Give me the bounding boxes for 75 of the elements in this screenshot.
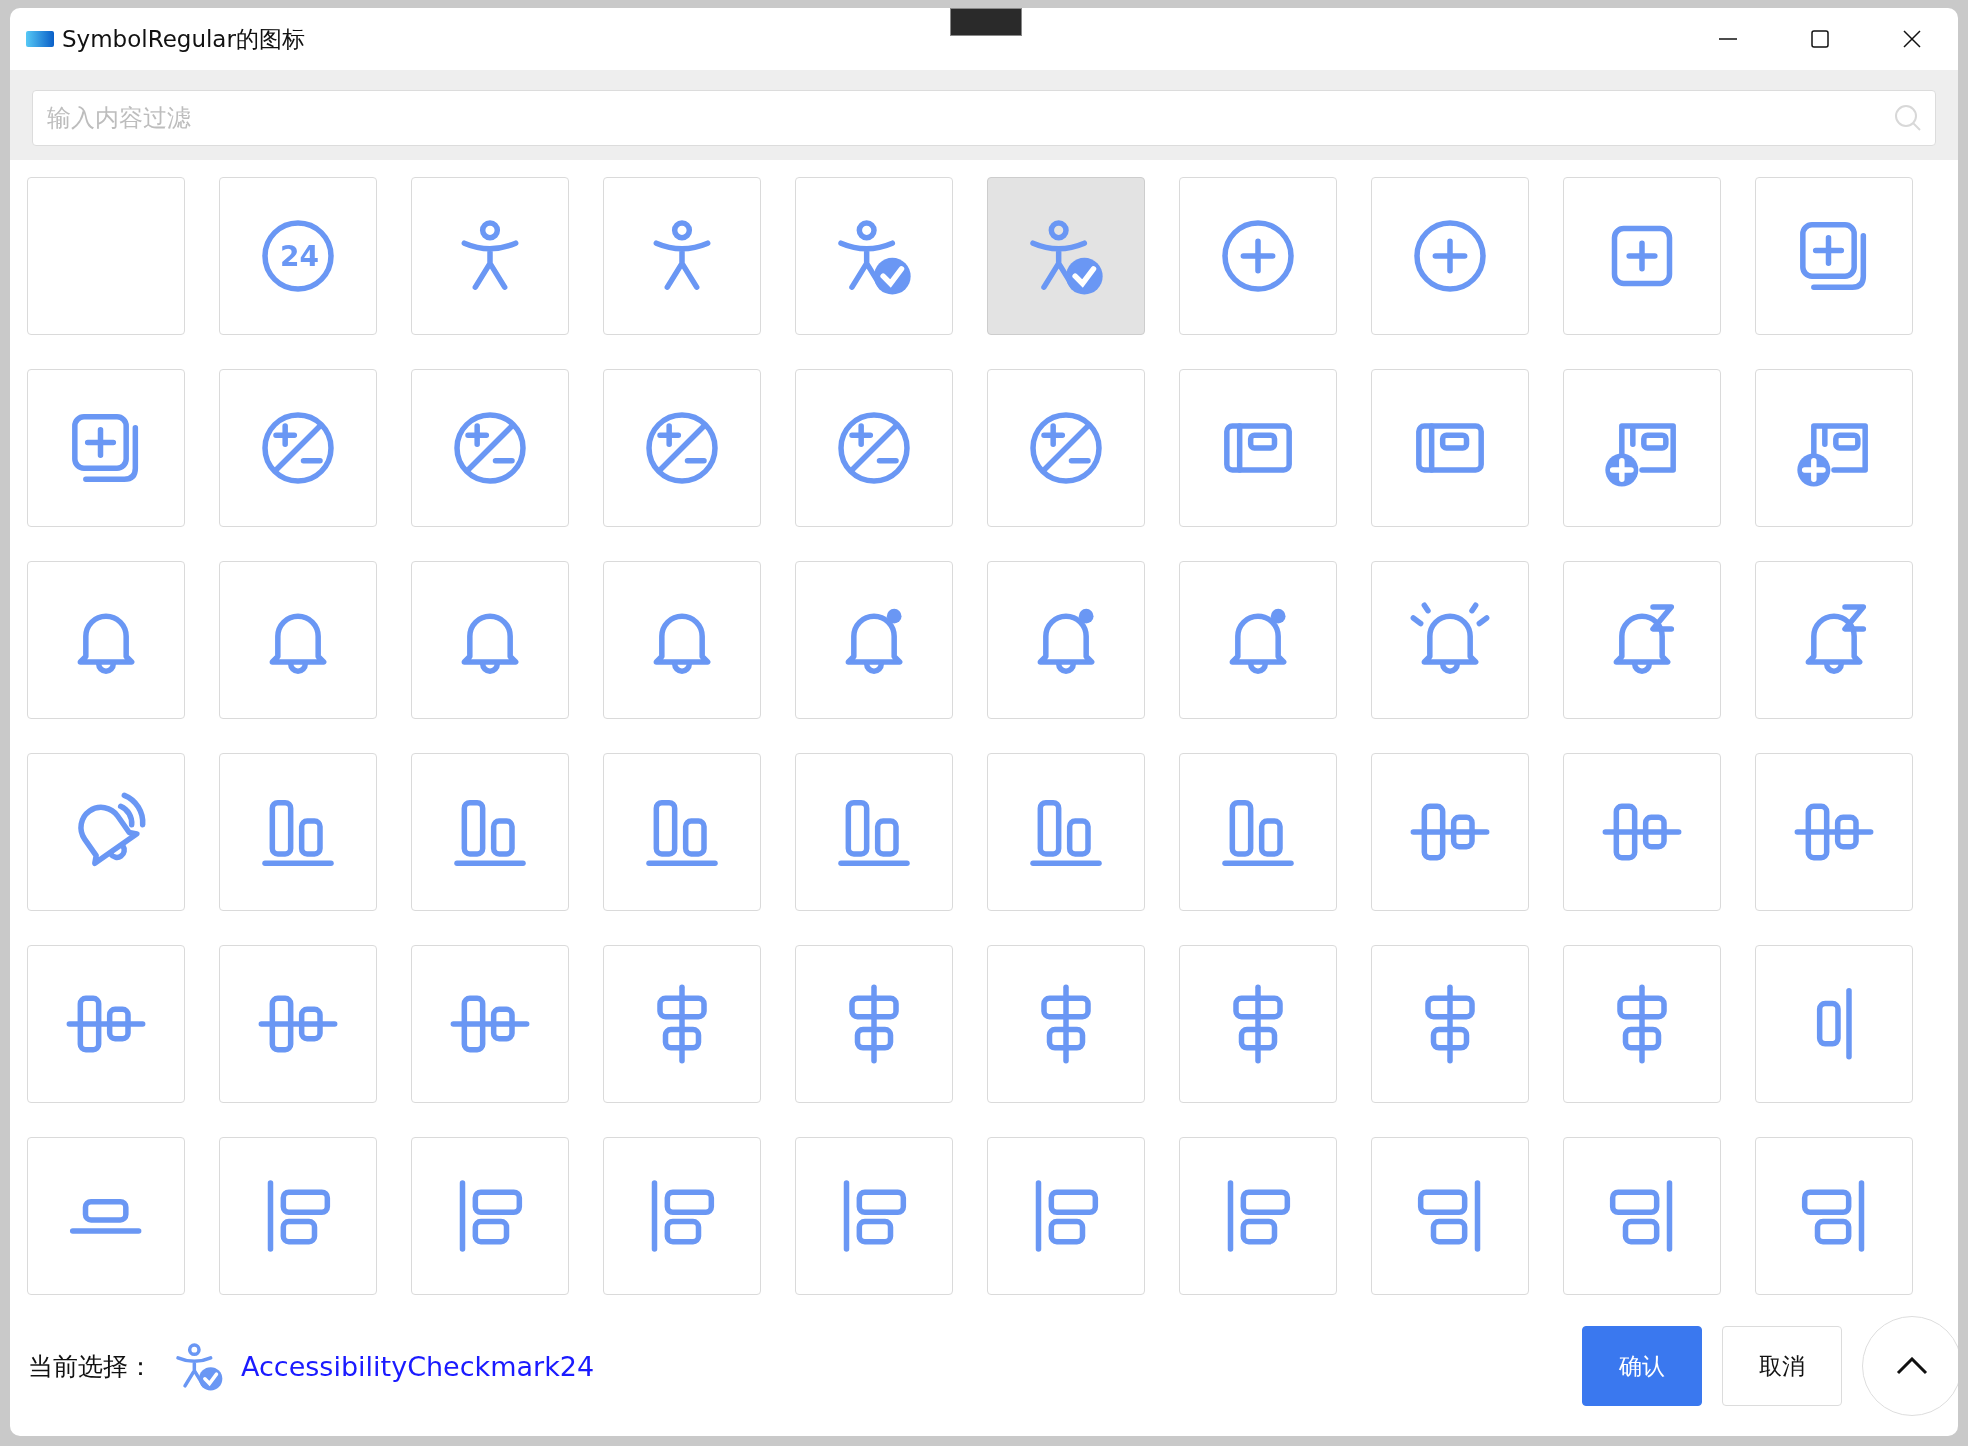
icon-tile[interactable] [987,177,1145,335]
selected-icon-link[interactable]: AccessibilityCheckmark24 [241,1350,1582,1382]
align-bottom-icon [69,1197,143,1235]
icon-tile[interactable] [603,177,761,335]
icon-tile[interactable] [219,369,377,527]
icon-tile[interactable] [1755,177,1913,335]
icon-tile[interactable] [987,369,1145,527]
icon-tile[interactable] [1755,753,1913,911]
icon-tile[interactable] [1179,1137,1337,1295]
icon-tile[interactable] [1563,753,1721,911]
icon-tile[interactable] [1371,561,1529,719]
maximize-icon [1810,29,1830,49]
icon-tile[interactable] [219,561,377,719]
icon-tile[interactable] [795,177,953,335]
icon-tile[interactable] [219,753,377,911]
icon-tile[interactable] [603,561,761,719]
confirm-button[interactable]: 确认 [1582,1326,1702,1406]
icon-tile[interactable] [795,945,953,1103]
cancel-button[interactable]: 取消 [1722,1326,1842,1406]
icon-tile[interactable] [795,561,953,719]
icon-tile[interactable] [1563,369,1721,527]
icon-tile[interactable] [987,753,1145,911]
icon-tile[interactable] [27,945,185,1103]
icon-tile[interactable] [27,1137,185,1295]
icon-tile[interactable] [411,1137,569,1295]
icon-tile[interactable] [795,753,953,911]
icon-text: 24 [280,239,316,273]
icon-tile[interactable] [27,561,185,719]
icon-tile[interactable] [1179,753,1337,911]
current-selection-label: 当前选择： [28,1350,153,1383]
icon-tile[interactable] [411,753,569,911]
close-icon [1902,29,1922,49]
icon-tile[interactable] [1563,561,1721,719]
icon-tile[interactable] [987,561,1145,719]
icon-tile[interactable] [411,177,569,335]
search-field[interactable]: 输入内容过滤 [32,90,1936,146]
icon-tile[interactable] [1563,945,1721,1103]
icon-tile[interactable] [1179,945,1337,1103]
icon-tile[interactable] [1179,177,1337,335]
icon-tile[interactable] [1371,177,1529,335]
icon-tile[interactable] [411,945,569,1103]
icon-tile[interactable] [219,1137,377,1295]
icon-tile[interactable] [795,369,953,527]
icon-tile[interactable] [1755,1137,1913,1295]
minimize-icon [1718,37,1738,41]
icon-tile[interactable] [219,945,377,1103]
icon-tile[interactable] [1563,177,1721,335]
icon-tile[interactable] [795,1137,953,1295]
icon-tile[interactable] [603,1137,761,1295]
icon-tile[interactable] [411,369,569,527]
icon-tile[interactable] [1563,1137,1721,1295]
icon-tile[interactable] [987,945,1145,1103]
icon-tile[interactable] [603,945,761,1103]
window-title: SymbolRegular的图标 [62,24,306,54]
icon-tile[interactable] [1371,1137,1529,1295]
drag-handle[interactable] [950,8,1022,36]
icon-tile[interactable] [1755,369,1913,527]
icon-tile[interactable] [411,561,569,719]
icon-tile[interactable] [27,753,185,911]
icon-tile[interactable] [603,753,761,911]
icon-tile[interactable] [27,177,185,335]
icon-tile[interactable] [1371,369,1529,527]
app-icon [26,30,54,48]
chevron-up-icon [1896,1357,1928,1375]
align-right-icon [1815,987,1853,1061]
search-icon [1894,104,1922,132]
icon-tile[interactable] [603,369,761,527]
icon-tile[interactable] [1371,753,1529,911]
icon-tile[interactable] [1755,945,1913,1103]
icon-tile[interactable] [1755,561,1913,719]
icon-tile[interactable] [987,1137,1145,1295]
icon-tile[interactable] [1179,561,1337,719]
icon-tile[interactable] [1179,369,1337,527]
icon-tile[interactable] [27,369,185,527]
icon-tile[interactable] [1371,945,1529,1103]
